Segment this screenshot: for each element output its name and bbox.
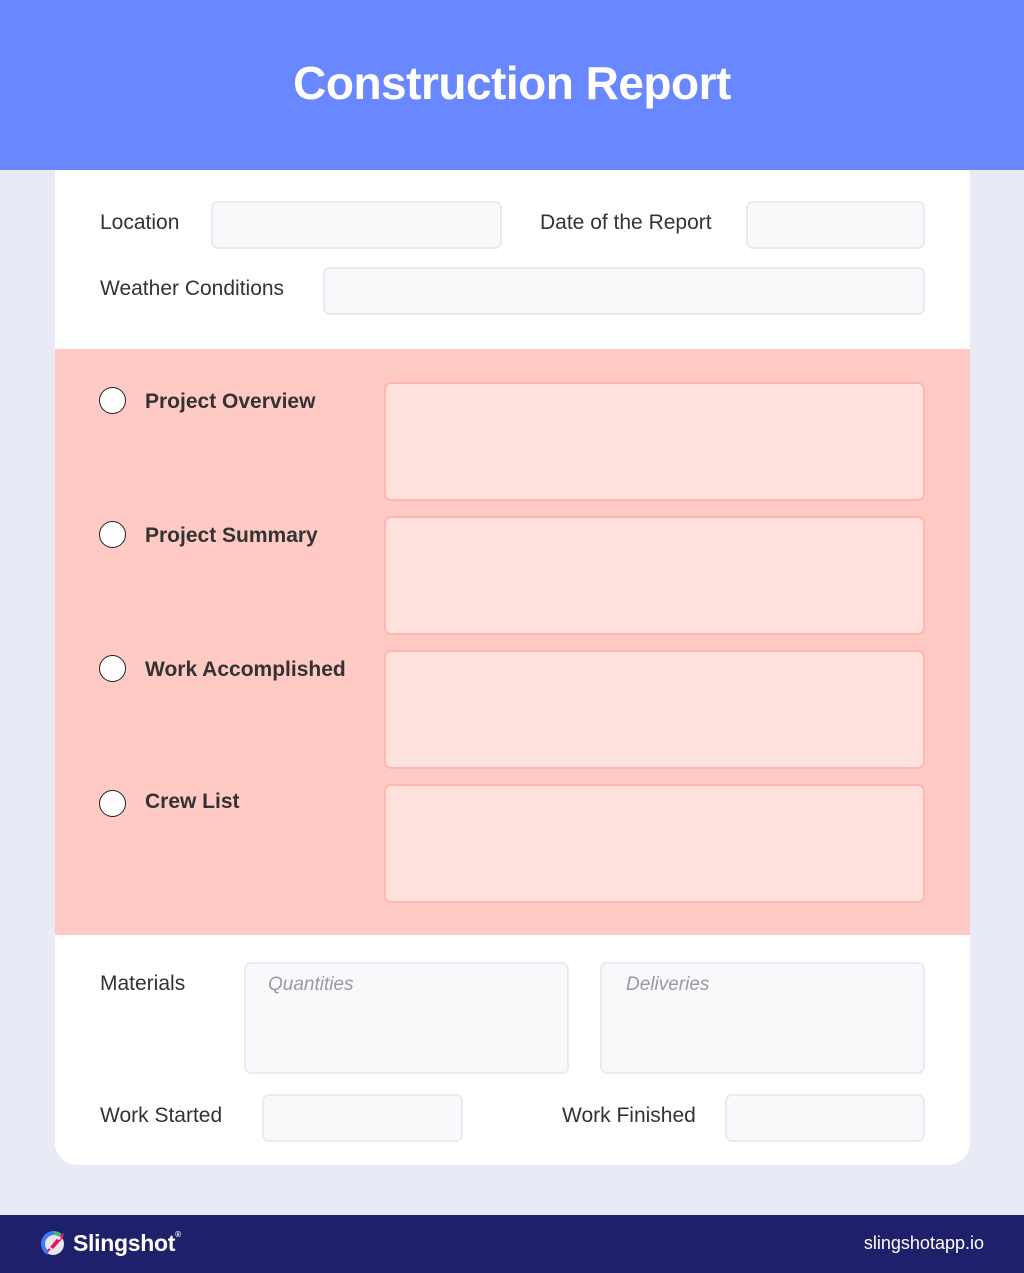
report-sections-panel: Project Overview Project Summary Work Ac…: [55, 349, 970, 935]
weather-conditions-input[interactable]: [323, 267, 925, 315]
brand-name: Slingshot®: [73, 1229, 181, 1256]
date-of-report-label: Date of the Report: [540, 211, 712, 234]
work-accomplished-textarea[interactable]: [384, 650, 925, 769]
date-of-report-input[interactable]: [746, 201, 925, 249]
slingshot-logo[interactable]: Slingshot®: [40, 1229, 181, 1257]
page-title: Construction Report: [293, 57, 731, 109]
work-started-label: Work Started: [100, 1104, 223, 1127]
project-overview-textarea[interactable]: [384, 382, 925, 501]
crew-list-radio[interactable]: [99, 790, 126, 817]
header-banner: Construction Report: [0, 0, 1024, 170]
project-overview-label: Project Overview: [145, 390, 316, 413]
report-form-card: Location Date of the Report Weather Cond…: [55, 170, 970, 1165]
materials-label: Materials: [100, 972, 186, 995]
work-started-input[interactable]: [262, 1094, 463, 1142]
crew-list-textarea[interactable]: [384, 784, 925, 903]
website-link[interactable]: slingshotapp.io: [864, 1233, 984, 1254]
location-input[interactable]: [211, 201, 502, 249]
quantities-placeholder: Quantities: [268, 974, 354, 995]
work-finished-label: Work Finished: [562, 1104, 696, 1127]
deliveries-placeholder: Deliveries: [626, 974, 710, 995]
weather-conditions-label: Weather Conditions: [100, 277, 285, 300]
quantities-textarea[interactable]: Quantities: [244, 962, 569, 1074]
slingshot-rocket-icon: [41, 1231, 64, 1255]
project-summary-radio[interactable]: [99, 521, 126, 548]
project-overview-radio[interactable]: [99, 387, 126, 414]
crew-list-label: Crew List: [145, 790, 240, 813]
work-accomplished-label: Work Accomplished: [145, 658, 346, 681]
deliveries-textarea[interactable]: Deliveries: [600, 962, 925, 1074]
footer-bar: Slingshot® slingshotapp.io: [0, 1215, 1024, 1273]
project-summary-label: Project Summary: [145, 524, 318, 547]
work-finished-input[interactable]: [725, 1094, 925, 1142]
location-label: Location: [100, 211, 180, 234]
project-summary-textarea[interactable]: [384, 516, 925, 635]
work-accomplished-radio[interactable]: [99, 655, 126, 682]
